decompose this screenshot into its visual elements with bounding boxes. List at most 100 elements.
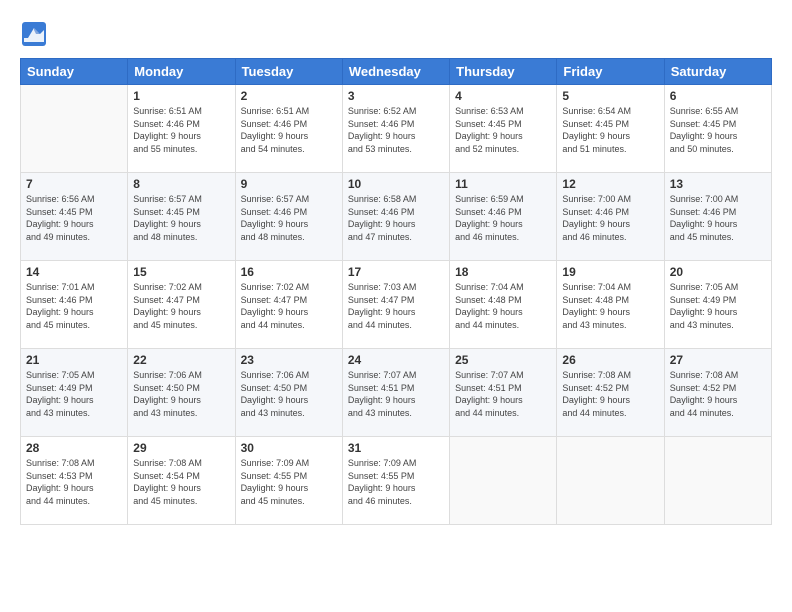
day-info: Sunrise: 7:09 AMSunset: 4:55 PMDaylight:… (348, 457, 444, 507)
day-cell: 18 Sunrise: 7:04 AMSunset: 4:48 PMDayligh… (450, 261, 557, 349)
day-info: Sunrise: 7:04 AMSunset: 4:48 PMDaylight:… (562, 281, 658, 331)
day-cell: 4 Sunrise: 6:53 AMSunset: 4:45 PMDaylight… (450, 85, 557, 173)
day-info: Sunrise: 6:57 AMSunset: 4:46 PMDaylight:… (241, 193, 337, 243)
day-number: 18 (455, 265, 551, 279)
week-row-5: 28 Sunrise: 7:08 AMSunset: 4:53 PMDayligh… (21, 437, 772, 525)
day-info: Sunrise: 7:07 AMSunset: 4:51 PMDaylight:… (455, 369, 551, 419)
day-cell: 13Sunrise: 7:00 AMSunset: 4:46 PMDayligh… (664, 173, 771, 261)
header-day-wednesday: Wednesday (342, 59, 449, 85)
day-number: 5 (562, 89, 658, 103)
day-cell: 29 Sunrise: 7:08 AMSunset: 4:54 PMDayligh… (128, 437, 235, 525)
day-number: 29 (133, 441, 229, 455)
day-info: Sunrise: 7:01 AMSunset: 4:46 PMDaylight:… (26, 281, 122, 331)
day-info: Sunrise: 7:00 AMSunset: 4:46 PMDaylight:… (562, 193, 658, 243)
day-cell: 8 Sunrise: 6:57 AMSunset: 4:45 PMDaylight… (128, 173, 235, 261)
day-number: 31 (348, 441, 444, 455)
day-cell: 26 Sunrise: 7:08 AMSunset: 4:52 PMDayligh… (557, 349, 664, 437)
day-info: Sunrise: 7:08 AMSunset: 4:54 PMDaylight:… (133, 457, 229, 507)
day-info: Sunrise: 6:54 AMSunset: 4:45 PMDaylight:… (562, 105, 658, 155)
day-info: Sunrise: 6:56 AMSunset: 4:45 PMDaylight:… (26, 193, 122, 243)
day-info: Sunrise: 7:05 AMSunset: 4:49 PMDaylight:… (26, 369, 122, 419)
logo (20, 20, 52, 48)
day-cell: 23 Sunrise: 7:06 AMSunset: 4:50 PMDayligh… (235, 349, 342, 437)
day-number: 28 (26, 441, 122, 455)
day-number: 14 (26, 265, 122, 279)
day-cell: 17 Sunrise: 7:03 AMSunset: 4:47 PMDayligh… (342, 261, 449, 349)
week-row-1: 1 Sunrise: 6:51 AMSunset: 4:46 PMDaylight… (21, 85, 772, 173)
day-info: Sunrise: 7:08 AMSunset: 4:53 PMDaylight:… (26, 457, 122, 507)
day-info: Sunrise: 6:59 AMSunset: 4:46 PMDaylight:… (455, 193, 551, 243)
day-info: Sunrise: 7:08 AMSunset: 4:52 PMDaylight:… (562, 369, 658, 419)
day-number: 20 (670, 265, 766, 279)
week-row-2: 7 Sunrise: 6:56 AMSunset: 4:45 PMDaylight… (21, 173, 772, 261)
day-cell (21, 85, 128, 173)
day-info: Sunrise: 7:03 AMSunset: 4:47 PMDaylight:… (348, 281, 444, 331)
day-number: 10 (348, 177, 444, 191)
day-cell: 1 Sunrise: 6:51 AMSunset: 4:46 PMDaylight… (128, 85, 235, 173)
day-info: Sunrise: 7:06 AMSunset: 4:50 PMDaylight:… (241, 369, 337, 419)
day-info: Sunrise: 7:02 AMSunset: 4:47 PMDaylight:… (133, 281, 229, 331)
week-row-3: 14 Sunrise: 7:01 AMSunset: 4:46 PMDayligh… (21, 261, 772, 349)
day-number: 3 (348, 89, 444, 103)
day-number: 12 (562, 177, 658, 191)
day-cell: 3 Sunrise: 6:52 AMSunset: 4:46 PMDaylight… (342, 85, 449, 173)
day-cell: 10 Sunrise: 6:58 AMSunset: 4:46 PMDayligh… (342, 173, 449, 261)
header-day-friday: Friday (557, 59, 664, 85)
header-day-saturday: Saturday (664, 59, 771, 85)
day-info: Sunrise: 7:08 AMSunset: 4:52 PMDaylight:… (670, 369, 766, 419)
day-cell: 30 Sunrise: 7:09 AMSunset: 4:55 PMDayligh… (235, 437, 342, 525)
day-number: 23 (241, 353, 337, 367)
day-number: 1 (133, 89, 229, 103)
day-cell: 7 Sunrise: 6:56 AMSunset: 4:45 PMDaylight… (21, 173, 128, 261)
day-cell: 27Sunrise: 7:08 AMSunset: 4:52 PMDayligh… (664, 349, 771, 437)
day-info: Sunrise: 6:53 AMSunset: 4:45 PMDaylight:… (455, 105, 551, 155)
day-number: 6 (670, 89, 766, 103)
day-info: Sunrise: 6:51 AMSunset: 4:46 PMDaylight:… (241, 105, 337, 155)
day-info: Sunrise: 6:52 AMSunset: 4:46 PMDaylight:… (348, 105, 444, 155)
day-number: 8 (133, 177, 229, 191)
header-day-monday: Monday (128, 59, 235, 85)
day-number: 9 (241, 177, 337, 191)
day-cell: 20Sunrise: 7:05 AMSunset: 4:49 PMDayligh… (664, 261, 771, 349)
day-number: 15 (133, 265, 229, 279)
header-row: SundayMondayTuesdayWednesdayThursdayFrid… (21, 59, 772, 85)
day-cell: 6 Sunrise: 6:55 AMSunset: 4:45 PMDaylight… (664, 85, 771, 173)
day-number: 17 (348, 265, 444, 279)
day-cell: 31 Sunrise: 7:09 AMSunset: 4:55 PMDayligh… (342, 437, 449, 525)
header-day-tuesday: Tuesday (235, 59, 342, 85)
day-cell: 12 Sunrise: 7:00 AMSunset: 4:46 PMDayligh… (557, 173, 664, 261)
week-row-4: 21Sunrise: 7:05 AMSunset: 4:49 PMDayligh… (21, 349, 772, 437)
day-info: Sunrise: 6:55 AMSunset: 4:45 PMDaylight:… (670, 105, 766, 155)
day-info: Sunrise: 6:58 AMSunset: 4:46 PMDaylight:… (348, 193, 444, 243)
day-cell: 16 Sunrise: 7:02 AMSunset: 4:47 PMDayligh… (235, 261, 342, 349)
day-number: 7 (26, 177, 122, 191)
day-cell (557, 437, 664, 525)
day-number: 24 (348, 353, 444, 367)
day-cell: 9 Sunrise: 6:57 AMSunset: 4:46 PMDaylight… (235, 173, 342, 261)
day-cell (664, 437, 771, 525)
day-cell: 2 Sunrise: 6:51 AMSunset: 4:46 PMDaylight… (235, 85, 342, 173)
day-number: 13 (670, 177, 766, 191)
day-cell: 5 Sunrise: 6:54 AMSunset: 4:45 PMDaylight… (557, 85, 664, 173)
day-info: Sunrise: 7:02 AMSunset: 4:47 PMDaylight:… (241, 281, 337, 331)
day-number: 30 (241, 441, 337, 455)
calendar-table: SundayMondayTuesdayWednesdayThursdayFrid… (20, 58, 772, 525)
day-number: 16 (241, 265, 337, 279)
day-cell: 24Sunrise: 7:07 AMSunset: 4:51 PMDayligh… (342, 349, 449, 437)
day-number: 2 (241, 89, 337, 103)
day-cell: 21Sunrise: 7:05 AMSunset: 4:49 PMDayligh… (21, 349, 128, 437)
day-info: Sunrise: 7:09 AMSunset: 4:55 PMDaylight:… (241, 457, 337, 507)
day-info: Sunrise: 7:04 AMSunset: 4:48 PMDaylight:… (455, 281, 551, 331)
day-number: 22 (133, 353, 229, 367)
logo-icon (20, 20, 48, 48)
header-day-sunday: Sunday (21, 59, 128, 85)
day-info: Sunrise: 6:57 AMSunset: 4:45 PMDaylight:… (133, 193, 229, 243)
day-cell: 25Sunrise: 7:07 AMSunset: 4:51 PMDayligh… (450, 349, 557, 437)
day-cell: 15 Sunrise: 7:02 AMSunset: 4:47 PMDayligh… (128, 261, 235, 349)
day-number: 4 (455, 89, 551, 103)
day-cell (450, 437, 557, 525)
day-number: 26 (562, 353, 658, 367)
day-info: Sunrise: 7:06 AMSunset: 4:50 PMDaylight:… (133, 369, 229, 419)
day-info: Sunrise: 6:51 AMSunset: 4:46 PMDaylight:… (133, 105, 229, 155)
day-cell: 28 Sunrise: 7:08 AMSunset: 4:53 PMDayligh… (21, 437, 128, 525)
